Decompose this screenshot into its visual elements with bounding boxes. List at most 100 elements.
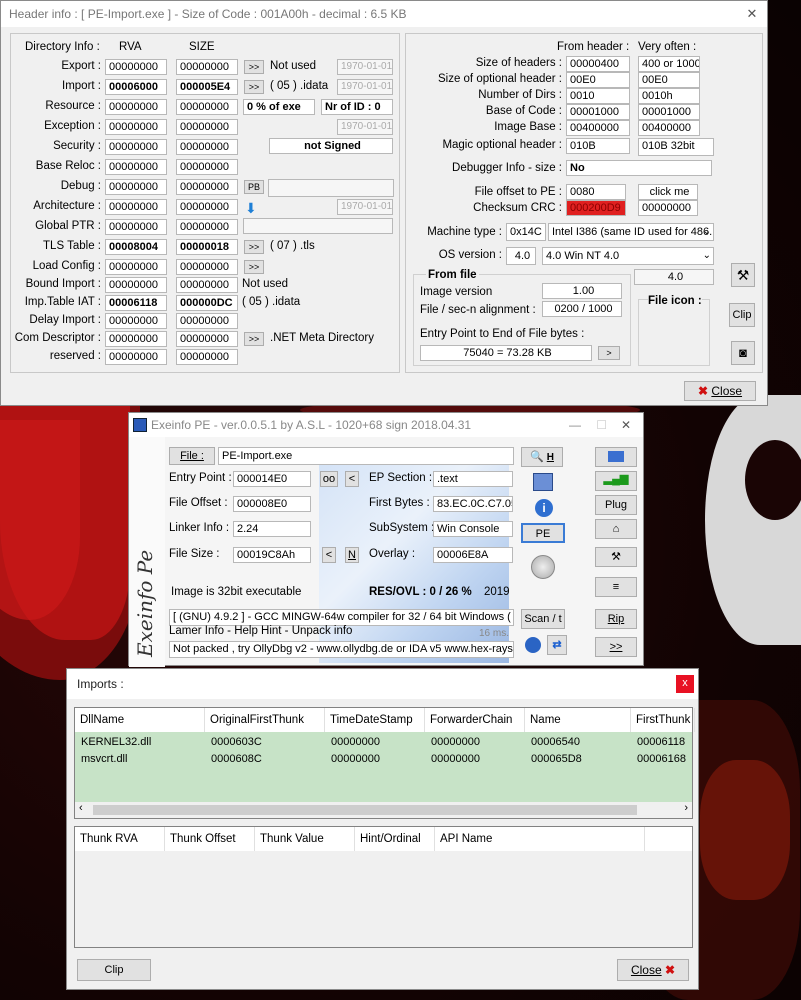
- click-me-button[interactable]: click me: [638, 184, 698, 200]
- next-button[interactable]: >>: [595, 637, 637, 657]
- thunk-column-header[interactable]: Thunk Offset: [165, 827, 255, 851]
- imports-cell[interactable]: msvcrt.dll: [81, 753, 127, 765]
- minimize-icon[interactable]: —: [569, 413, 581, 437]
- imports-cell[interactable]: 00000000: [331, 753, 380, 765]
- dir-date-field: 1970-01-01: [337, 79, 393, 95]
- imports-list[interactable]: DllName OriginalFirstThunk TimeDateStamp Fo…: [74, 707, 695, 819]
- imports-cell[interactable]: 00006168: [637, 753, 686, 765]
- close-label: Close: [630, 963, 662, 977]
- dir-date-field: 1970-01-01: [337, 199, 393, 215]
- camera-icon-button[interactable]: ◙: [731, 341, 755, 365]
- imports-column-header[interactable]: DllName: [75, 708, 205, 732]
- imports-cell[interactable]: 000065D8: [531, 753, 582, 765]
- thunk-column-header[interactable]: Thunk Value: [255, 827, 355, 851]
- dir-size-field: 00000000: [176, 59, 238, 75]
- imports-column-header[interactable]: TimeDateStamp: [325, 708, 425, 732]
- debug-select[interactable]: [268, 179, 394, 197]
- os-version-select[interactable]: 4.0 Win NT 4.0 ⌄: [542, 247, 714, 265]
- clip-button[interactable]: Clip: [729, 303, 755, 327]
- dir-action-button[interactable]: >>: [244, 260, 264, 274]
- lt-button-2[interactable]: <: [322, 547, 336, 563]
- chevron-right-icon[interactable]: ›: [684, 802, 688, 814]
- ep-to-end-button[interactable]: >: [598, 346, 620, 360]
- machine-type-label: Machine type :: [427, 226, 502, 238]
- imports-cell[interactable]: 00000000: [431, 753, 480, 765]
- scrollbar-thumb[interactable]: [93, 805, 637, 815]
- home-icon: ⌂: [612, 523, 620, 535]
- imports-cell[interactable]: 00006540: [531, 736, 580, 748]
- info-icon[interactable]: i: [535, 499, 553, 517]
- dir-size-field: 00000000: [176, 219, 238, 235]
- dir-label: Bound Import :: [25, 278, 101, 290]
- imports-cell[interactable]: 0000603C: [211, 736, 262, 748]
- dir-action-button[interactable]: >>: [244, 60, 264, 74]
- imports-column-header[interactable]: ForwarderChain: [425, 708, 525, 732]
- header-field-often: 00400000: [638, 120, 700, 136]
- sections-icon[interactable]: [533, 473, 553, 491]
- maximize-icon[interactable]: ☐: [596, 413, 607, 437]
- horizontal-scrollbar[interactable]: ‹ ›: [75, 802, 692, 818]
- dir-label: Global PTR :: [35, 220, 101, 232]
- refresh-icon[interactable]: ⇄: [547, 635, 567, 655]
- globe-icon[interactable]: [525, 637, 541, 653]
- tools-button[interactable]: ⚒: [595, 547, 637, 567]
- bar-chart-icon: ▂▄▆: [603, 473, 629, 485]
- header-field-value: 0010: [566, 88, 630, 104]
- close-icon[interactable]: ✕: [743, 5, 761, 23]
- dir-size-field: 00000018: [176, 239, 238, 255]
- chevron-left-icon[interactable]: ‹: [79, 802, 83, 814]
- lt-button[interactable]: <: [345, 471, 359, 487]
- menu-button[interactable]: ≡: [595, 577, 637, 597]
- wrench-icon-button[interactable]: ⚒: [731, 263, 755, 287]
- file-button[interactable]: File :: [169, 447, 215, 465]
- imports-cell[interactable]: 0000608C: [211, 753, 262, 765]
- imports-column-header[interactable]: OriginalFirstThunk: [205, 708, 325, 732]
- dir-size-field: 00000000: [176, 199, 238, 215]
- dir-action-button[interactable]: >>: [244, 240, 264, 254]
- scan-button[interactable]: Scan / t: [521, 609, 565, 629]
- exeinfo-titlebar: Exeinfo PE - ver.0.0.5.1 by A.S.L - 1020…: [129, 413, 643, 437]
- n-button[interactable]: N: [345, 547, 359, 563]
- dir-rva-field: 00000000: [105, 139, 167, 155]
- close-icon[interactable]: ✕: [621, 413, 631, 437]
- dir-action-button[interactable]: >>: [244, 80, 264, 94]
- header-field-often: 400 or 1000: [638, 56, 700, 72]
- rip-button[interactable]: Rip: [595, 609, 637, 629]
- imports-cell[interactable]: 00000000: [431, 736, 480, 748]
- header-field-often: 0010h: [638, 88, 700, 104]
- imports-cell[interactable]: 00000000: [331, 736, 380, 748]
- header-field-label: Size of headers :: [475, 57, 562, 69]
- open-folder-button[interactable]: [595, 447, 637, 467]
- imports-close-button[interactable]: Close ✖: [617, 959, 689, 981]
- dir-label: reserved :: [49, 350, 101, 362]
- plug-button[interactable]: Plug: [595, 495, 637, 515]
- dir-info-text: ( 05 ) .idata: [270, 80, 329, 92]
- imports-cell[interactable]: 00006118: [637, 736, 685, 748]
- close-icon[interactable]: x: [676, 675, 694, 693]
- dir-label: Architecture :: [33, 200, 101, 212]
- search-h-button[interactable]: 🔍 H: [521, 447, 563, 467]
- dir-action-button[interactable]: PB: [244, 180, 264, 194]
- file-field: PE-Import.exe: [218, 447, 514, 465]
- thunk-list[interactable]: Thunk RVA Thunk Offset Thunk Value Hint/Ord…: [74, 826, 693, 948]
- arrow-down-icon[interactable]: ⬇: [245, 200, 257, 217]
- header-field-value: 00000400: [566, 56, 630, 72]
- oo-button[interactable]: oo: [320, 471, 338, 487]
- imports-clip-button[interactable]: Clip: [77, 959, 151, 981]
- imports-column-header[interactable]: FirstThunk: [631, 708, 695, 732]
- thunk-column-header[interactable]: Hint/Ordinal: [355, 827, 435, 851]
- lamer-info-label[interactable]: Lamer Info - Help Hint - Unpack info: [169, 623, 352, 639]
- thunk-column-header[interactable]: Thunk RVA: [75, 827, 165, 851]
- machine-type-select[interactable]: Intel I386 (same ID used for 486...) ⌄: [548, 223, 714, 241]
- dir-label: Exception :: [44, 120, 101, 132]
- machine-type-field: 0x14C: [506, 223, 546, 241]
- stats-button[interactable]: ▂▄▆: [595, 471, 637, 491]
- home-button[interactable]: ⌂: [595, 519, 637, 539]
- dir-action-button[interactable]: >>: [244, 332, 264, 346]
- pe-button[interactable]: PE: [521, 523, 565, 543]
- thunk-column-header[interactable]: API Name: [435, 827, 645, 851]
- header-close-button[interactable]: ✖ Close: [684, 381, 756, 401]
- imports-column-header[interactable]: Name: [525, 708, 631, 732]
- file-size-field: 00019C8Ah: [233, 547, 311, 563]
- imports-cell[interactable]: KERNEL32.dll: [81, 736, 151, 748]
